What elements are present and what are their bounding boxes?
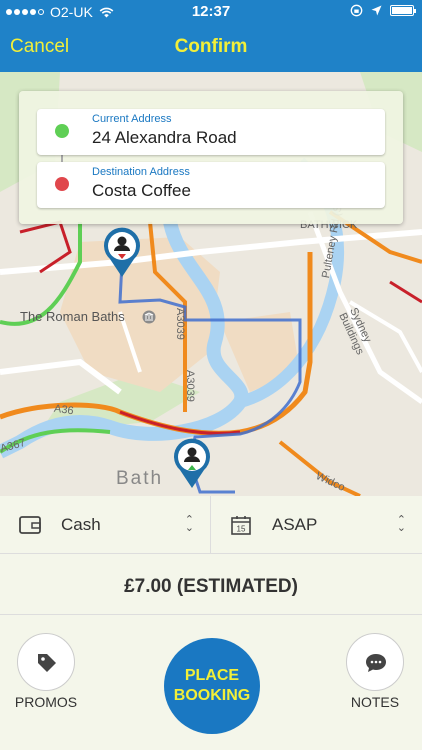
tag-icon <box>38 654 56 672</box>
chat-bubble-icon <box>366 654 386 672</box>
options-row: Cash ⌃ ⌄ 15 ASAP ⌃ ⌄ <box>0 496 422 554</box>
place-booking-line1: PLACE <box>184 667 240 684</box>
wallet-icon <box>19 516 41 534</box>
destination-address-value: Costa Coffee <box>92 181 191 200</box>
estimated-price: £7.00 (ESTIMATED) <box>124 576 298 597</box>
current-address-label: Current Address <box>92 113 172 125</box>
pickup-dot-icon <box>55 124 69 138</box>
page-title: Confirm <box>174 36 248 57</box>
svg-text:15: 15 <box>237 525 246 534</box>
current-address-value: 24 Alexandra Road <box>92 128 237 147</box>
current-address-field[interactable]: Current Address 24 Alexandra Road <box>37 109 385 155</box>
destination-dot-icon <box>55 177 69 191</box>
destination-address-field[interactable]: Destination Address Costa Coffee <box>37 162 385 208</box>
place-booking-button[interactable]: PLACE BOOKING <box>164 638 260 734</box>
booking-panel: Cash ⌃ ⌄ 15 ASAP ⌃ ⌄ £7.00 (ESTIMATED) PRO… <box>0 496 422 750</box>
location-arrow-icon <box>371 5 382 16</box>
promos-label: PROMOS <box>14 694 78 710</box>
museum-icon <box>142 310 156 324</box>
place-booking-line2: BOOKING <box>173 687 251 704</box>
calendar-icon: 15 <box>231 516 251 535</box>
map-label-a36: A36 <box>53 402 75 418</box>
pickup-time-value: ASAP <box>272 515 318 534</box>
notes-button[interactable] <box>346 633 404 691</box>
notes-label: NOTES <box>350 694 400 710</box>
pickup-time-selector[interactable]: 15 ASAP ⌃ ⌄ <box>211 496 422 554</box>
top-bar: O2-UK 12:37 Cancel Confirm <box>0 0 422 72</box>
destination-address-label: Destination Address <box>92 166 190 178</box>
chevron-updown-icon: ⌃ ⌄ <box>184 514 194 534</box>
chevron-updown-icon: ⌃ ⌄ <box>396 514 406 534</box>
pickup-pin-icon[interactable] <box>102 226 142 278</box>
battery-icon <box>390 5 416 16</box>
status-right <box>350 4 416 17</box>
divider <box>0 614 422 615</box>
map-label-a3039-south: A3039 <box>184 370 196 402</box>
map-label-a3039-north: A3039 <box>174 308 186 340</box>
payment-method-value: Cash <box>61 515 101 534</box>
address-card: Current Address 24 Alexandra Road Destin… <box>19 91 403 224</box>
map-label-roman-baths: The Roman Baths <box>20 309 125 324</box>
rotation-lock-icon <box>350 4 363 17</box>
promos-button[interactable] <box>17 633 75 691</box>
map-label-bath: Bath <box>116 468 164 489</box>
payment-method-selector[interactable]: Cash ⌃ ⌄ <box>0 496 211 554</box>
destination-pin-icon[interactable] <box>172 437 212 489</box>
status-bar: O2-UK 12:37 <box>0 0 422 22</box>
